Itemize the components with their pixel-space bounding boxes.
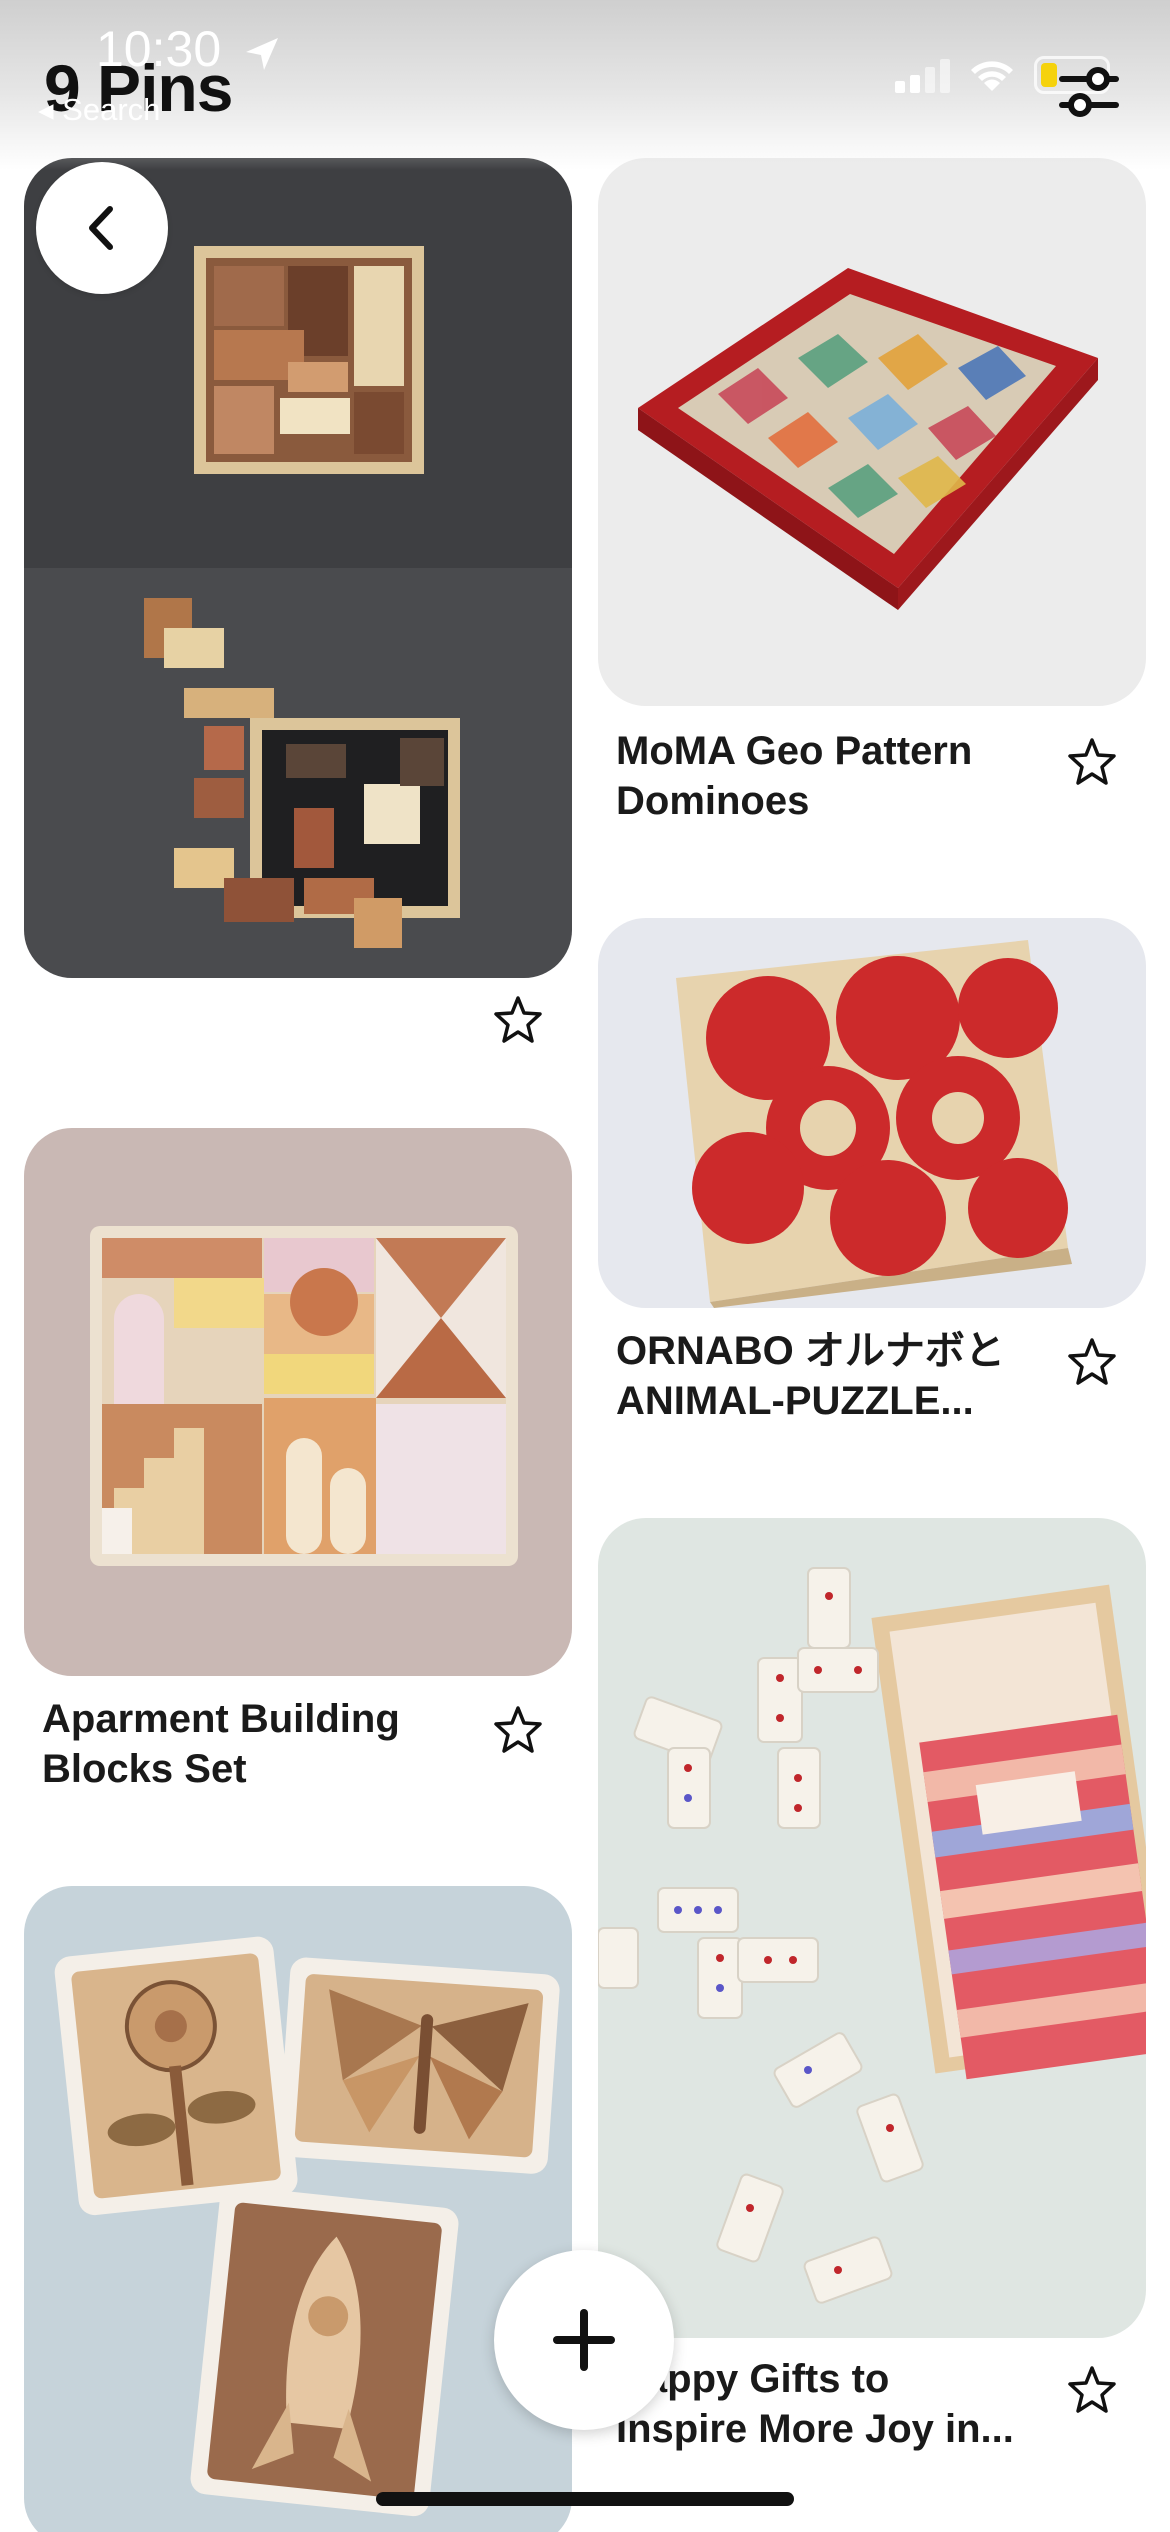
- pin-image-ornabo-puzzle[interactable]: [598, 918, 1146, 1308]
- plus-icon: [553, 2309, 615, 2371]
- back-to-search-link[interactable]: ◂ Search: [38, 92, 160, 128]
- pin-image-dominoes-set[interactable]: [598, 1518, 1146, 2338]
- back-button[interactable]: [36, 162, 168, 294]
- status-time: 10:30: [96, 21, 222, 77]
- cellular-signal-icon: [895, 57, 950, 93]
- pin-title-moma-dominoes[interactable]: MoMA Geo Pattern Dominoes: [616, 726, 1056, 826]
- pin-image-building-blocks[interactable]: [24, 1128, 572, 1676]
- save-star-icon[interactable]: [1066, 1336, 1118, 1388]
- pin-image-wooden-shape-puzzles[interactable]: [24, 1886, 572, 2532]
- pin-title-happy-gifts[interactable]: Happy Gifts to Inspire More Joy in...: [616, 2354, 1056, 2454]
- filter-sliders-icon[interactable]: [1058, 62, 1120, 122]
- pin-title-building-blocks[interactable]: Aparment Building Blocks Set: [42, 1694, 482, 1794]
- pin-image-moma-dominoes[interactable]: [598, 158, 1146, 706]
- save-star-icon[interactable]: [1066, 736, 1118, 788]
- save-star-icon[interactable]: [1066, 2364, 1118, 2416]
- chevron-left-icon: [89, 206, 113, 250]
- home-indicator[interactable]: [376, 2492, 794, 2506]
- save-star-icon[interactable]: [492, 994, 544, 1046]
- add-pin-button[interactable]: [494, 2250, 674, 2430]
- location-arrow-icon: [246, 38, 278, 70]
- pin-title-ornabo[interactable]: ORNABO オルナボと ANIMAL-PUZZLE...: [616, 1326, 1056, 1426]
- wifi-icon: [971, 61, 1013, 91]
- save-star-icon[interactable]: [492, 1704, 544, 1756]
